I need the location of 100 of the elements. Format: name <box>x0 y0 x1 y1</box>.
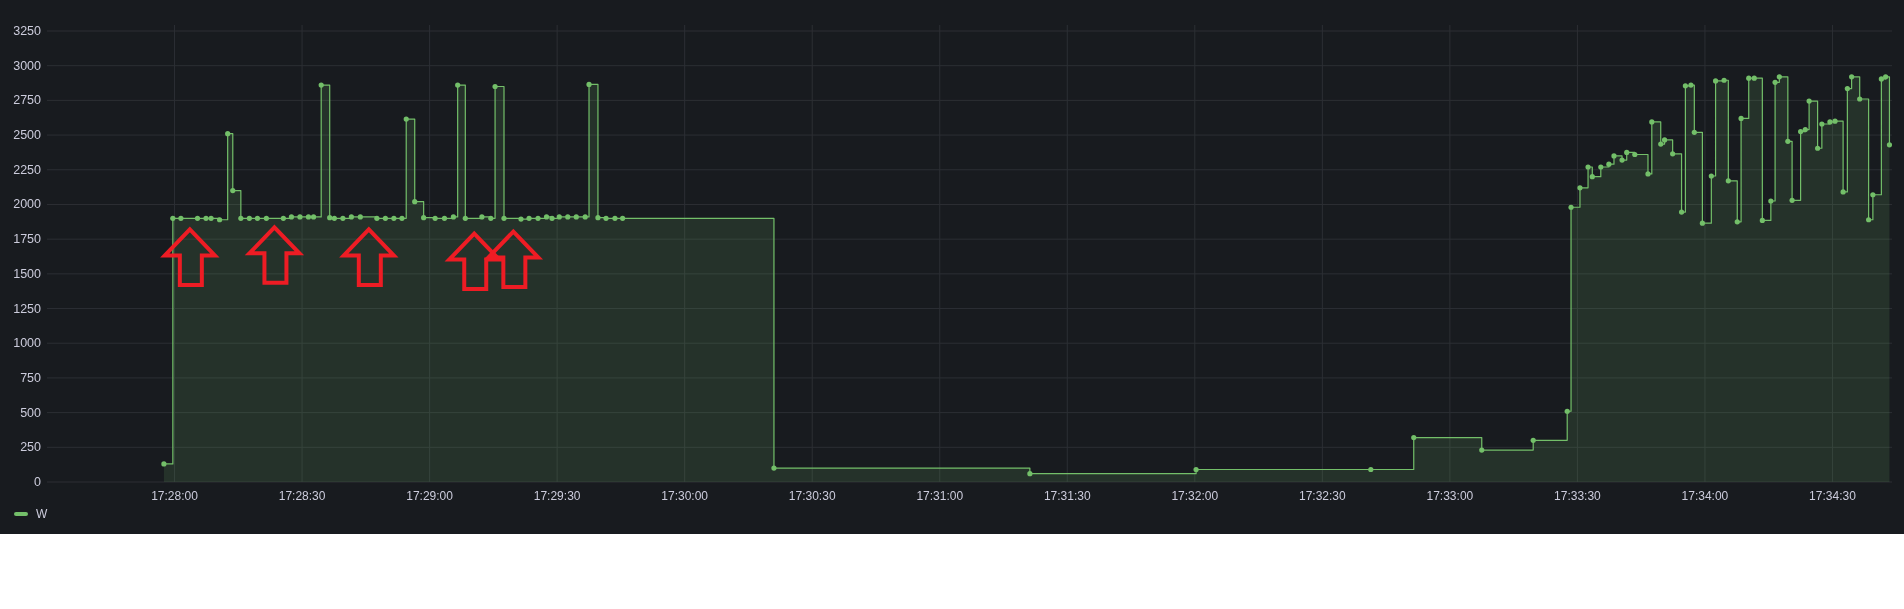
data-point <box>1849 74 1855 80</box>
legend-swatch <box>14 512 28 516</box>
data-point <box>603 215 609 221</box>
data-point <box>374 215 380 221</box>
data-point <box>1530 437 1536 443</box>
data-point <box>432 215 438 221</box>
data-point <box>1193 466 1199 473</box>
data-point <box>421 215 427 221</box>
data-point <box>1870 192 1876 198</box>
axis-label: 17:34:00 <box>1681 489 1729 503</box>
axis-label: 1250 <box>13 301 41 316</box>
data-point <box>280 215 286 221</box>
data-point <box>263 215 269 221</box>
data-point <box>288 214 295 220</box>
data-point <box>1632 151 1638 158</box>
data-point <box>441 215 448 221</box>
data-point <box>595 215 601 221</box>
axis-label: 17:34:30 <box>1809 489 1856 503</box>
data-point <box>348 214 354 220</box>
data-point <box>565 214 571 220</box>
data-point <box>450 214 456 220</box>
data-point <box>1840 189 1846 195</box>
data-point <box>1645 171 1651 177</box>
data-point <box>225 131 231 137</box>
data-point <box>297 214 303 220</box>
axis-label: 1750 <box>13 232 41 247</box>
data-point <box>518 216 524 222</box>
data-point <box>1585 164 1591 170</box>
data-point <box>246 215 252 221</box>
data-point <box>318 82 324 88</box>
axis-label: 2500 <box>13 128 41 143</box>
data-point <box>582 214 588 220</box>
data-point <box>1886 142 1893 148</box>
data-point <box>1815 145 1821 151</box>
data-point <box>1678 209 1685 215</box>
data-point <box>1611 153 1617 159</box>
data-point <box>492 83 498 90</box>
axis-label: 17:28:30 <box>278 489 326 503</box>
data-point <box>1027 471 1033 477</box>
data-point <box>1670 151 1676 157</box>
data-point <box>1866 217 1872 223</box>
data-point <box>403 116 409 122</box>
data-point <box>178 215 184 221</box>
axis-label: 17:30:30 <box>788 489 836 503</box>
axis-label: 17:30:00 <box>661 489 709 503</box>
data-point <box>1721 77 1727 83</box>
axis-label: 2000 <box>13 197 41 212</box>
axis-label: 3250 <box>13 24 41 38</box>
data-point <box>1624 149 1630 155</box>
data-point <box>1691 129 1697 135</box>
data-point <box>391 215 397 221</box>
data-point <box>1598 164 1604 170</box>
data-point <box>238 215 244 221</box>
data-point <box>1785 138 1791 144</box>
data-point <box>479 214 485 220</box>
axis-label: 2750 <box>13 93 41 108</box>
data-point <box>382 215 388 221</box>
data-point <box>526 215 532 221</box>
data-point <box>1713 78 1719 84</box>
data-point <box>1564 408 1570 414</box>
data-point <box>1819 121 1825 127</box>
data-point <box>340 215 346 221</box>
data-point <box>254 215 261 221</box>
data-point <box>462 215 468 221</box>
axis-label: 750 <box>20 370 41 385</box>
axis-label: 250 <box>20 440 41 455</box>
axis-label: 2250 <box>13 162 41 177</box>
axis-label: 17:33:30 <box>1554 489 1601 503</box>
data-point <box>1649 119 1655 125</box>
data-point <box>1568 204 1574 210</box>
data-point <box>573 214 579 220</box>
data-point <box>1411 435 1417 441</box>
data-point <box>399 215 405 221</box>
data-point <box>535 215 541 221</box>
data-point <box>586 81 592 88</box>
axis-label: 3000 <box>13 58 41 73</box>
data-point <box>357 214 363 220</box>
data-point <box>1368 466 1374 473</box>
axis-label: 500 <box>20 405 41 420</box>
data-point <box>1619 157 1625 163</box>
data-point <box>412 199 418 205</box>
axis-label: 17:31:00 <box>916 489 964 503</box>
data-point <box>1699 220 1705 226</box>
data-point <box>230 188 236 194</box>
data-point <box>501 215 507 221</box>
data-point <box>1734 219 1740 225</box>
data-point <box>1844 86 1850 92</box>
data-point <box>488 215 494 221</box>
data-point <box>1789 197 1795 203</box>
data-point <box>170 215 176 221</box>
axis-label: 17:28:00 <box>151 489 198 503</box>
data-point <box>1725 178 1731 184</box>
data-point <box>217 217 223 223</box>
axis-label: 17:32:00 <box>1171 489 1219 503</box>
data-point <box>1806 98 1812 104</box>
data-point <box>1577 185 1583 191</box>
data-point <box>1759 217 1765 223</box>
data-point <box>1479 447 1485 453</box>
data-point <box>620 215 626 221</box>
legend-label[interactable]: W <box>36 505 48 523</box>
